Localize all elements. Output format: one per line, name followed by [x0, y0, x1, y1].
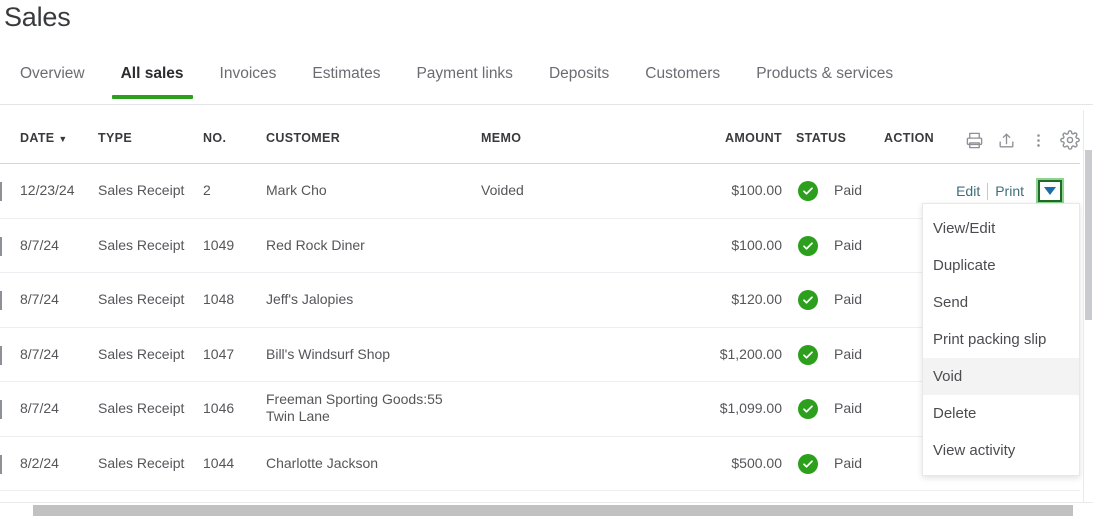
print-icon[interactable]	[958, 124, 990, 156]
page-title: Sales	[4, 2, 71, 32]
status-badge: Paid	[834, 400, 863, 416]
horizontal-scrollbar[interactable]	[0, 502, 1093, 516]
cell-no: 1048	[203, 291, 235, 307]
column-header-status[interactable]: STATUS	[796, 131, 846, 145]
export-icon[interactable]	[990, 124, 1022, 156]
table-body: 12/23/24 Sales Receipt 2 Mark Cho Voided $100…	[0, 164, 1080, 491]
row-select-handle[interactable]	[0, 182, 2, 201]
tab-deposits[interactable]: Deposits	[549, 62, 609, 99]
horizontal-scrollbar-thumb[interactable]	[33, 505, 1073, 516]
cell-amount: $100.00	[731, 182, 782, 198]
table-row[interactable]: 12/23/24 Sales Receipt 2 Mark Cho Voided $100…	[0, 164, 1080, 219]
cell-amount: $500.00	[731, 454, 782, 471]
column-header-type[interactable]: TYPE	[98, 131, 132, 145]
table-row[interactable]: 8/7/24 Sales Receipt 1047 Bill's Windsurf S…	[0, 327, 1080, 382]
cell-customer[interactable]: Freeman Sporting Goods:55 Twin Lane	[266, 391, 466, 425]
cell-no: 1046	[203, 400, 235, 416]
cell-type: Sales Receipt	[98, 454, 185, 471]
column-header-no[interactable]: NO.	[203, 131, 226, 145]
more-vertical-icon[interactable]	[1022, 124, 1054, 156]
column-header-memo[interactable]: MEMO	[481, 131, 521, 145]
status-badge: Paid	[834, 236, 863, 253]
cell-type: Sales Receipt	[98, 291, 185, 307]
status-badge: Paid	[834, 182, 863, 198]
chevron-down-icon	[1044, 187, 1056, 195]
cell-no: 1049	[203, 236, 235, 253]
cell-no: 1044	[203, 454, 235, 471]
row-select-handle[interactable]	[0, 454, 2, 474]
tab-customers[interactable]: Customers	[645, 62, 720, 99]
status-paid-icon	[798, 235, 818, 256]
table-toolbar	[958, 124, 1086, 156]
row-select-handle[interactable]	[0, 236, 2, 256]
table-row[interactable]: 8/7/24 Sales Receipt 1049 Red Rock Diner $10…	[0, 218, 1080, 273]
cell-type: Sales Receipt	[98, 182, 185, 198]
cell-type: Sales Receipt	[98, 345, 185, 362]
cell-customer[interactable]: Jeff's Jalopies	[266, 291, 353, 307]
status-paid-icon	[798, 344, 818, 365]
status-badge: Paid	[834, 454, 863, 471]
cell-customer[interactable]: Mark Cho	[266, 182, 327, 198]
cell-amount: $1,200.00	[719, 345, 782, 362]
menu-item-duplicate[interactable]: Duplicate	[923, 247, 1079, 284]
cell-customer[interactable]: Bill's Windsurf Shop	[266, 346, 390, 362]
column-header-customer[interactable]: CUSTOMER	[266, 131, 340, 145]
gear-icon[interactable]	[1054, 124, 1086, 156]
cell-memo: Voided	[481, 182, 524, 198]
table-row[interactable]: 8/7/24 Sales Receipt 1048 Jeff's Jalopies $1…	[0, 273, 1080, 328]
column-header-date[interactable]: DATE ▼	[20, 131, 68, 145]
menu-item-send[interactable]: Send	[923, 284, 1079, 321]
vertical-scrollbar-thumb[interactable]	[1085, 150, 1092, 320]
action-dropdown-menu: View/Edit Duplicate Send Print packing slip…	[922, 203, 1080, 476]
sales-table: DATE ▼ TYPE NO. CUSTOMER MEMO AMOUNT STA…	[0, 106, 1080, 491]
menu-item-delete[interactable]: Delete	[923, 395, 1079, 432]
sort-descending-icon: ▼	[58, 134, 68, 144]
sales-page: Sales Overview All sales Invoices Estimates…	[0, 0, 1093, 516]
menu-item-void[interactable]: Void	[923, 358, 1079, 395]
table-row[interactable]: 8/7/24 Sales Receipt 1046 Freeman Sporting …	[0, 382, 1080, 437]
cell-type: Sales Receipt	[98, 400, 185, 416]
tab-invoices[interactable]: Invoices	[220, 62, 277, 99]
cell-customer[interactable]: Red Rock Diner	[266, 237, 365, 253]
cell-date: 8/7/24	[20, 400, 59, 416]
action-dropdown-toggle[interactable]	[1038, 180, 1062, 202]
table-row[interactable]: 8/2/24 Sales Receipt 1044 Charlotte Jackson…	[0, 436, 1080, 491]
menu-item-print-packing-slip[interactable]: Print packing slip	[923, 321, 1079, 358]
tab-all-sales[interactable]: All sales	[111, 62, 193, 99]
column-header-amount[interactable]: AMOUNT	[634, 131, 782, 145]
status-paid-icon	[798, 453, 818, 474]
cell-type: Sales Receipt	[98, 236, 185, 253]
status-paid-icon	[798, 290, 818, 310]
row-select-handle[interactable]	[0, 345, 2, 365]
cell-date: 8/7/24	[20, 236, 59, 253]
cell-customer[interactable]: Charlotte Jackson	[266, 455, 378, 471]
cell-no: 2	[203, 182, 211, 198]
cell-date: 12/23/24	[20, 182, 75, 198]
tab-bar: Overview All sales Invoices Estimates Paymen…	[0, 62, 1093, 105]
menu-item-view-activity[interactable]: View activity	[923, 432, 1079, 469]
tab-products-services[interactable]: Products & services	[756, 62, 893, 99]
edit-link[interactable]: Edit	[949, 183, 987, 199]
row-action-group: Edit Print	[949, 180, 1062, 202]
cell-date: 8/7/24	[20, 345, 59, 362]
tab-overview[interactable]: Overview	[20, 62, 85, 99]
cell-no: 1047	[203, 345, 235, 362]
status-paid-icon	[798, 399, 818, 419]
tab-estimates[interactable]: Estimates	[312, 62, 380, 99]
column-header-action: ACTION	[884, 131, 935, 145]
tab-payment-links[interactable]: Payment links	[416, 62, 512, 99]
cell-amount: $1,099.00	[719, 400, 782, 416]
print-link[interactable]: Print	[988, 183, 1031, 199]
row-select-handle[interactable]	[0, 291, 2, 310]
table-header-row: DATE ▼ TYPE NO. CUSTOMER MEMO AMOUNT STA…	[0, 106, 1080, 164]
status-badge: Paid	[834, 345, 863, 362]
cell-date: 8/2/24	[20, 454, 59, 471]
menu-item-view-edit[interactable]: View/Edit	[923, 210, 1079, 247]
cell-amount: $120.00	[731, 291, 782, 307]
row-select-handle[interactable]	[0, 400, 2, 419]
cell-amount: $100.00	[731, 236, 782, 253]
status-paid-icon	[798, 181, 818, 201]
status-badge: Paid	[834, 291, 863, 307]
cell-date: 8/7/24	[20, 291, 59, 307]
